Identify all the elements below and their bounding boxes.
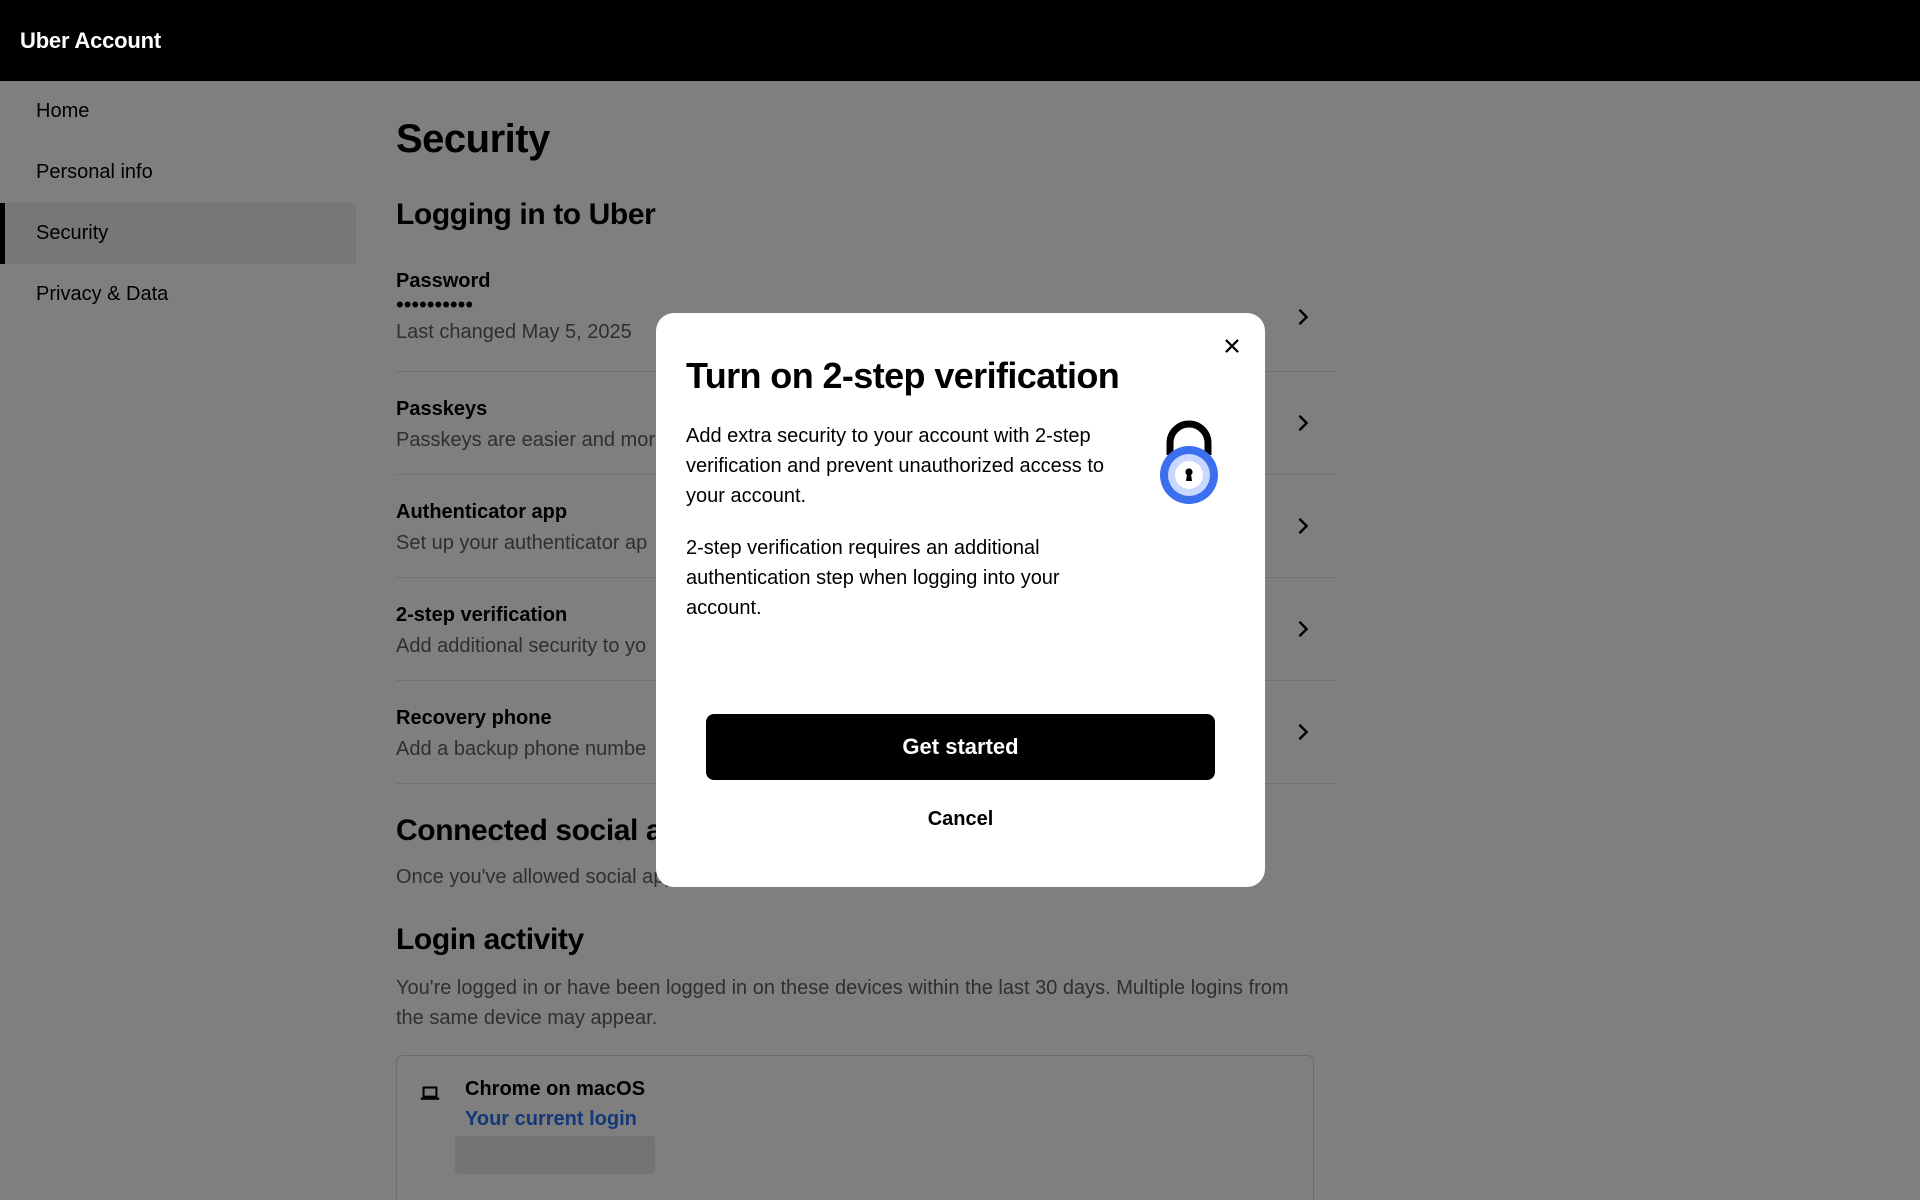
cancel-button[interactable]: Cancel (706, 797, 1215, 841)
modal-title: Turn on 2-step verification (686, 355, 1120, 396)
lock-icon (1156, 419, 1222, 509)
app-title[interactable]: Uber Account (20, 28, 161, 54)
close-icon[interactable] (1217, 331, 1247, 361)
top-bar: Uber Account (0, 0, 1920, 81)
modal-description-2: 2-step verification requires an addition… (686, 537, 1060, 619)
two-step-modal: Turn on 2-step verification Add extra se… (656, 313, 1265, 887)
get-started-button[interactable]: Get started (706, 714, 1215, 780)
modal-description-1: Add extra security to your account with … (686, 425, 1105, 507)
